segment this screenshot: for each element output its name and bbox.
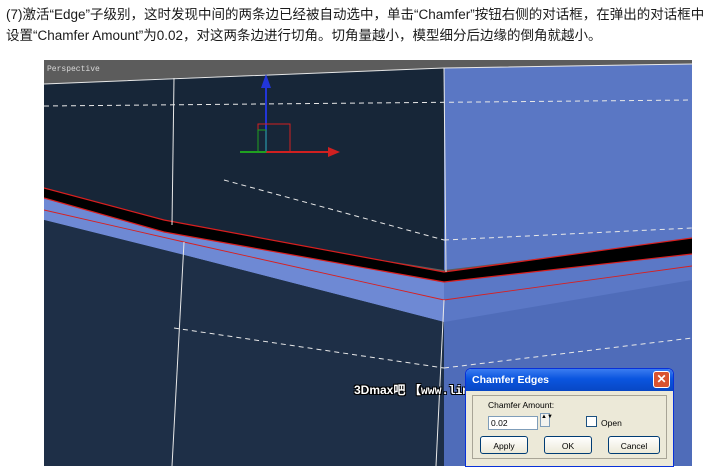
watermark-brand: 3Dmax吧	[354, 383, 406, 397]
chamfer-amount-input[interactable]	[488, 416, 538, 430]
chamfer-amount-spinner[interactable]: ▲▼	[488, 413, 553, 430]
dialog-titlebar[interactable]: Chamfer Edges ✕	[466, 369, 673, 391]
chamfer-amount-label: Chamfer Amount:	[488, 400, 555, 410]
spinner-arrows-icon[interactable]: ▲▼	[540, 413, 553, 427]
apply-button[interactable]: Apply	[480, 436, 528, 454]
checkbox-icon[interactable]	[586, 416, 597, 427]
close-icon: ✕	[656, 372, 667, 386]
ok-button[interactable]: OK	[544, 436, 592, 454]
chamfer-edges-dialog: Chamfer Edges ✕ Chamfer Amount: ▲▼ Open …	[465, 368, 674, 467]
cancel-button[interactable]: Cancel	[608, 436, 660, 454]
close-button[interactable]: ✕	[653, 371, 670, 388]
open-checkbox[interactable]: Open	[586, 416, 622, 428]
open-label: Open	[601, 418, 622, 428]
viewport-label[interactable]: Perspective	[47, 65, 100, 74]
tutorial-caption: (7)激活“Edge”子级别，这时发现中间的两条边已经被自动选中，单击“Cham…	[6, 7, 705, 43]
dialog-title: Chamfer Edges	[472, 374, 550, 386]
